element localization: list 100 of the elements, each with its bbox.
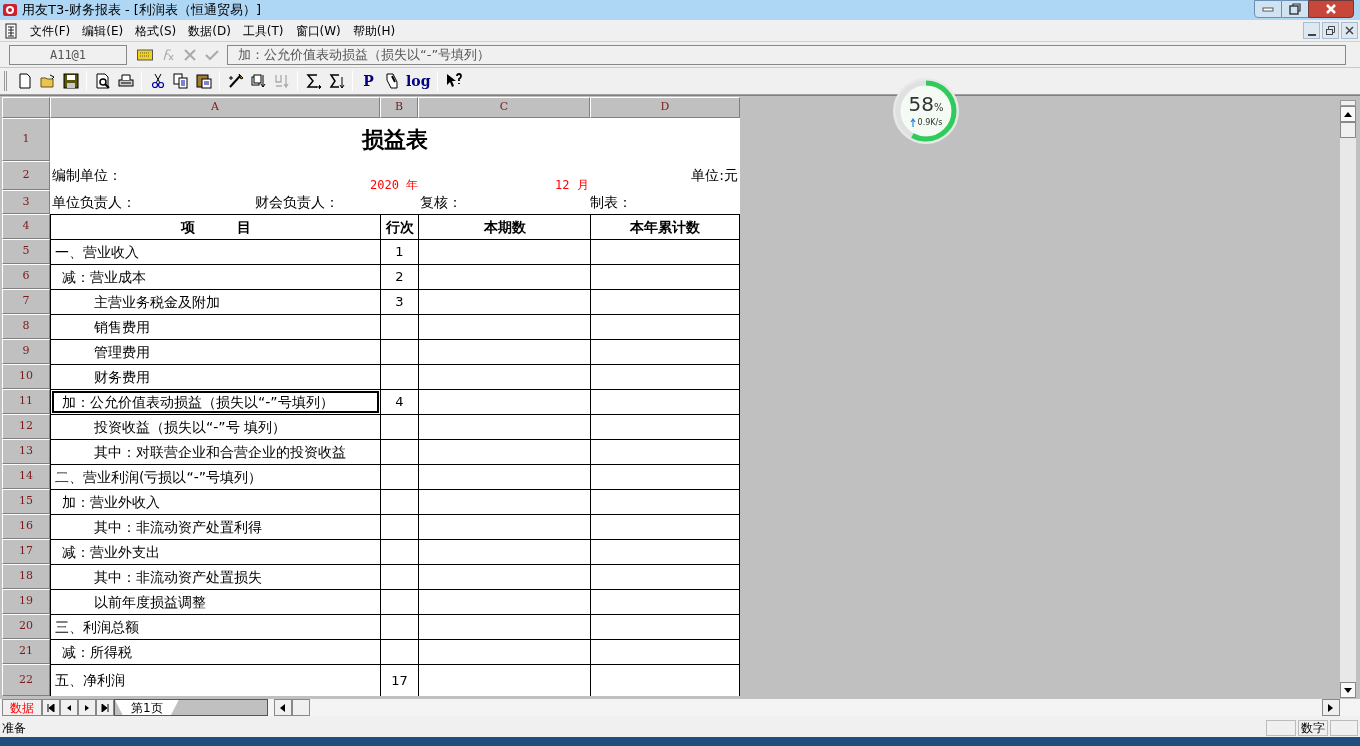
table-cell[interactable]: 减：所得税: [52, 641, 379, 663]
menu-item[interactable]: 工具(T): [242, 21, 284, 40]
table-cell[interactable]: [590, 489, 740, 514]
table-cell[interactable]: [418, 239, 590, 264]
table-cell[interactable]: [590, 539, 740, 564]
scroll-thumb[interactable]: [292, 699, 310, 716]
cell-reference-field[interactable]: A11@1: [9, 44, 127, 65]
restore-button[interactable]: [1282, 0, 1308, 18]
row-header[interactable]: 17: [2, 539, 50, 564]
row-header[interactable]: 13: [2, 439, 50, 464]
menu-item[interactable]: 编辑(E): [82, 21, 124, 40]
table-cell[interactable]: 其中：非流动资产处置利得: [52, 516, 379, 538]
table-cell[interactable]: [590, 439, 740, 464]
row-header[interactable]: 18: [2, 564, 50, 589]
table-cell[interactable]: [418, 589, 590, 614]
table-cell[interactable]: [590, 264, 740, 289]
row-header[interactable]: 11: [2, 389, 50, 414]
row-header[interactable]: 10: [2, 364, 50, 389]
menu-item[interactable]: 格式(S): [135, 21, 177, 40]
row-header[interactable]: 19: [2, 589, 50, 614]
table-cell[interactable]: 二、营业利润(亏损以“-”号填列）: [52, 466, 379, 488]
table-cell[interactable]: 其中：非流动资产处置损失: [52, 566, 379, 588]
table-cell[interactable]: [418, 639, 590, 664]
table-cell[interactable]: [590, 289, 740, 314]
table-cell[interactable]: 投资收益（损失以“-”号 填列）: [52, 416, 379, 438]
table-cell[interactable]: 加：营业外收入: [52, 491, 379, 513]
menu-item[interactable]: 窗口(W): [295, 21, 341, 40]
table-cell[interactable]: [418, 264, 590, 289]
formula-field[interactable]: 加：公允价值表动损益（损失以“-”号填列）: [227, 44, 1346, 65]
table-cell[interactable]: [380, 514, 418, 539]
table-cell[interactable]: [590, 414, 740, 439]
sheet-nav-button[interactable]: [78, 699, 96, 716]
table-cell[interactable]: [418, 614, 590, 639]
mode-button[interactable]: 数据: [2, 699, 42, 716]
table-cell[interactable]: 17: [380, 664, 418, 696]
menu-item[interactable]: 帮助(H): [352, 21, 396, 40]
table-cell[interactable]: [590, 239, 740, 264]
row-header[interactable]: 21: [2, 639, 50, 664]
scroll-right-button[interactable]: [1322, 699, 1340, 716]
toolbar-button[interactable]: P: [357, 70, 380, 92]
table-cell[interactable]: 管理费用: [52, 341, 379, 363]
table-cell[interactable]: [590, 664, 740, 696]
table-cell[interactable]: [590, 589, 740, 614]
row-header[interactable]: 7: [2, 289, 50, 314]
table-cell[interactable]: [380, 639, 418, 664]
scroll-thumb[interactable]: [1340, 122, 1356, 138]
column-header[interactable]: D: [590, 97, 740, 118]
table-cell[interactable]: [590, 514, 740, 539]
table-cell[interactable]: [380, 439, 418, 464]
row-header[interactable]: 16: [2, 514, 50, 539]
table-cell[interactable]: [380, 539, 418, 564]
table-cell[interactable]: [418, 314, 590, 339]
table-cell[interactable]: [380, 314, 418, 339]
scroll-down-button[interactable]: [1340, 682, 1356, 698]
table-cell[interactable]: 主营业务税金及附加: [52, 291, 379, 313]
table-cell[interactable]: [380, 614, 418, 639]
table-cell[interactable]: 减：营业成本: [52, 266, 379, 288]
table-cell[interactable]: 4: [380, 389, 418, 414]
table-cell[interactable]: [590, 564, 740, 589]
vertical-scrollbar[interactable]: [1340, 100, 1356, 698]
sheet-tab[interactable]: 第1页: [115, 700, 179, 715]
table-cell[interactable]: 其中：对联营企业和合营企业的投资收益: [52, 441, 379, 463]
mdi-restore-button[interactable]: [1322, 22, 1339, 39]
mdi-close-button[interactable]: [1341, 22, 1358, 39]
sheet-nav-button[interactable]: [96, 699, 114, 716]
minimize-button[interactable]: [1254, 0, 1282, 18]
sheet-nav-button[interactable]: [60, 699, 78, 716]
table-cell[interactable]: [418, 364, 590, 389]
table-cell[interactable]: 减：营业外支出: [52, 541, 379, 563]
column-header[interactable]: C: [418, 97, 590, 118]
table-cell[interactable]: [590, 614, 740, 639]
split-handle[interactable]: [1340, 100, 1356, 106]
row-header[interactable]: 22: [2, 664, 50, 696]
row-header[interactable]: 8: [2, 314, 50, 339]
row-header[interactable]: 20: [2, 614, 50, 639]
column-header[interactable]: B: [380, 97, 418, 118]
table-cell[interactable]: [380, 414, 418, 439]
table-cell[interactable]: 以前年度损益调整: [52, 591, 379, 613]
row-header[interactable]: 6: [2, 264, 50, 289]
mdi-minimize-button[interactable]: [1303, 22, 1320, 39]
sheet-nav-button[interactable]: [42, 699, 60, 716]
table-cell[interactable]: [418, 439, 590, 464]
table-cell[interactable]: [418, 564, 590, 589]
table-cell[interactable]: [418, 539, 590, 564]
table-cell[interactable]: 2: [380, 264, 418, 289]
row-header[interactable]: 3: [2, 190, 50, 214]
table-cell[interactable]: [590, 464, 740, 489]
table-cell[interactable]: [418, 464, 590, 489]
table-cell[interactable]: [590, 364, 740, 389]
row-header[interactable]: 12: [2, 414, 50, 439]
table-cell[interactable]: [380, 464, 418, 489]
table-cell[interactable]: [418, 489, 590, 514]
table-cell[interactable]: [590, 339, 740, 364]
table-cell[interactable]: [418, 664, 590, 696]
table-cell[interactable]: [418, 414, 590, 439]
column-header[interactable]: A: [50, 97, 380, 118]
close-button[interactable]: [1308, 0, 1354, 18]
row-header[interactable]: 2: [2, 161, 50, 190]
row-header[interactable]: 5: [2, 239, 50, 264]
table-cell[interactable]: [380, 564, 418, 589]
